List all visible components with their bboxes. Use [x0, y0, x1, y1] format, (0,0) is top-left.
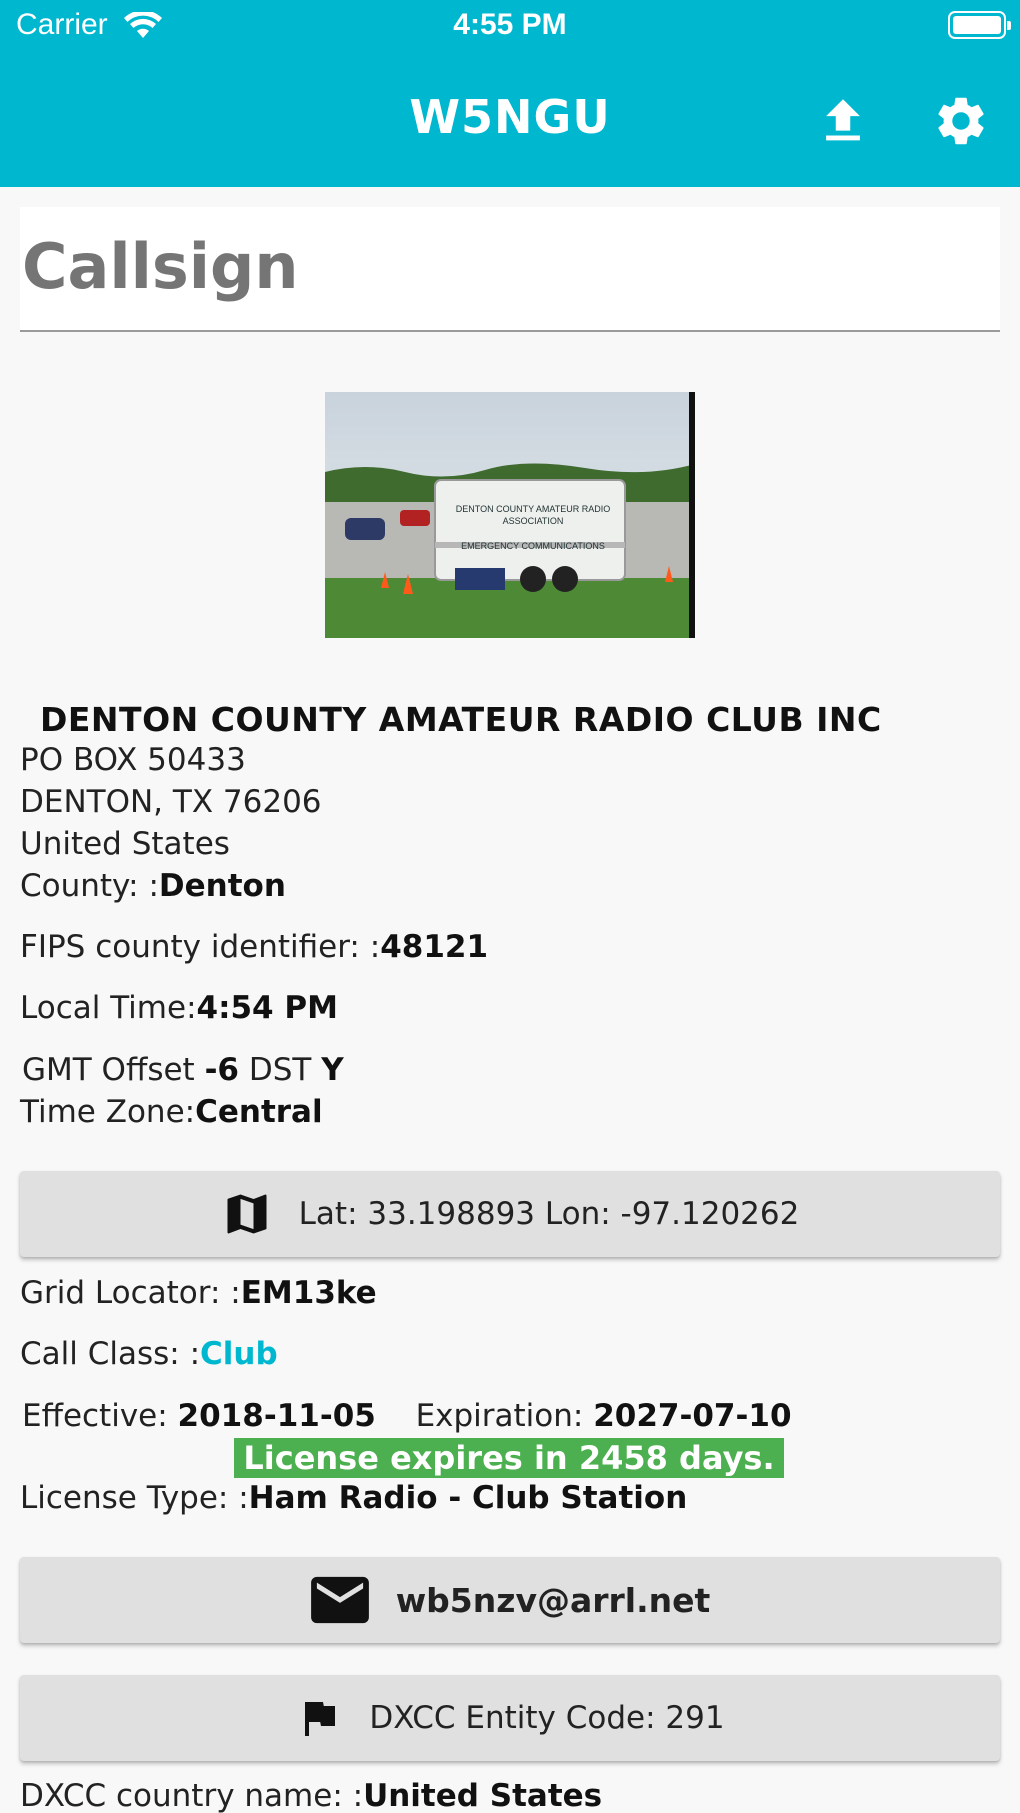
- timezone-row: Time Zone:Central: [20, 1094, 323, 1130]
- license-type-label: License Type: :: [20, 1480, 249, 1516]
- address-line-1: PO BOX 50433: [20, 742, 246, 778]
- svg-text:DENTON COUNTY AMATEUR RADIO: DENTON COUNTY AMATEUR RADIO: [456, 504, 611, 514]
- dates-row: Effective: 2018-11-05 Expiration: 2027-0…: [22, 1398, 792, 1434]
- county-row: County: :Denton: [20, 868, 286, 904]
- county-value: Denton: [158, 868, 286, 904]
- clock: 4:55 PM: [453, 8, 567, 41]
- map-icon: [221, 1188, 273, 1240]
- local-time-value: 4:54 PM: [196, 990, 338, 1026]
- callsign-field[interactable]: [20, 207, 1000, 332]
- email-label: wb5nzv@arrl.net: [395, 1580, 711, 1620]
- expires-badge: License expires in 2458 days.: [234, 1438, 784, 1478]
- county-label: County: :: [20, 868, 159, 904]
- address-line-2: DENTON, TX 76206: [20, 784, 322, 820]
- license-type-value: Ham Radio - Club Station: [248, 1480, 688, 1516]
- station-photo: DENTON COUNTY AMATEUR RADIO ASSOCIATION …: [325, 392, 695, 638]
- call-class-label: Call Class: :: [20, 1336, 201, 1372]
- grid-row: Grid Locator: :EM13ke: [20, 1275, 377, 1311]
- grid-value: EM13ke: [240, 1275, 377, 1311]
- grid-label: Grid Locator: :: [20, 1275, 241, 1311]
- timezone-value: Central: [195, 1094, 323, 1130]
- dst-value: Y: [321, 1052, 344, 1088]
- gmt-label: GMT Offset: [22, 1052, 205, 1088]
- call-class-value[interactable]: Club: [200, 1336, 278, 1372]
- effective-label: Effective:: [22, 1398, 178, 1434]
- license-type-row: License Type: :Ham Radio - Club Station: [20, 1480, 687, 1516]
- map-location-button[interactable]: Lat: 33.198893 Lon: -97.120262: [20, 1171, 1000, 1257]
- battery-icon: [948, 11, 1011, 39]
- status-bar: Carrier 4:55 PM: [0, 0, 1020, 52]
- dxcc-country-label: DXCC country name: :: [20, 1778, 364, 1813]
- timezone-label: Time Zone:: [20, 1094, 196, 1130]
- gmt-value: -6: [204, 1052, 239, 1088]
- svg-text:ASSOCIATION: ASSOCIATION: [503, 516, 564, 526]
- gear-icon[interactable]: [932, 92, 990, 150]
- fips-value: 48121: [380, 929, 489, 965]
- gmt-row: GMT Offset -6 DST Y: [22, 1052, 344, 1088]
- svg-text:EMERGENCY COMMUNICATIONS: EMERGENCY COMMUNICATIONS: [461, 541, 605, 551]
- licensee-name: DENTON COUNTY AMATEUR RADIO CLUB INC: [40, 700, 882, 739]
- app-bar: W5NGU: [0, 52, 1020, 187]
- callsign-input[interactable]: [20, 207, 1000, 330]
- fips-row: FIPS county identifier: :48121: [20, 929, 488, 965]
- fips-label: FIPS county identifier: :: [20, 929, 381, 965]
- effective-value: 2018-11-05: [177, 1398, 376, 1434]
- dxcc-code-label: DXCC Entity Code: 291: [369, 1700, 725, 1736]
- dxcc-country-value: United States: [363, 1778, 603, 1813]
- email-button[interactable]: wb5nzv@arrl.net: [20, 1557, 1000, 1643]
- expiration-value: 2027-07-10: [593, 1398, 792, 1434]
- local-time-label: Local Time:: [20, 990, 197, 1026]
- local-time-row: Local Time:4:54 PM: [20, 990, 338, 1026]
- flag-icon: [295, 1692, 343, 1744]
- dxcc-button[interactable]: DXCC Entity Code: 291: [20, 1675, 1000, 1761]
- dxcc-country-row: DXCC country name: :United States: [20, 1778, 602, 1813]
- upload-icon[interactable]: [814, 92, 872, 150]
- latlon-label: Lat: 33.198893 Lon: -97.120262: [298, 1196, 800, 1232]
- call-class-row: Call Class: :Club: [20, 1336, 278, 1372]
- address-country: United States: [20, 826, 230, 862]
- mail-icon: [310, 1574, 370, 1626]
- expiration-label: Expiration:: [415, 1398, 594, 1434]
- dst-label: DST: [239, 1052, 322, 1088]
